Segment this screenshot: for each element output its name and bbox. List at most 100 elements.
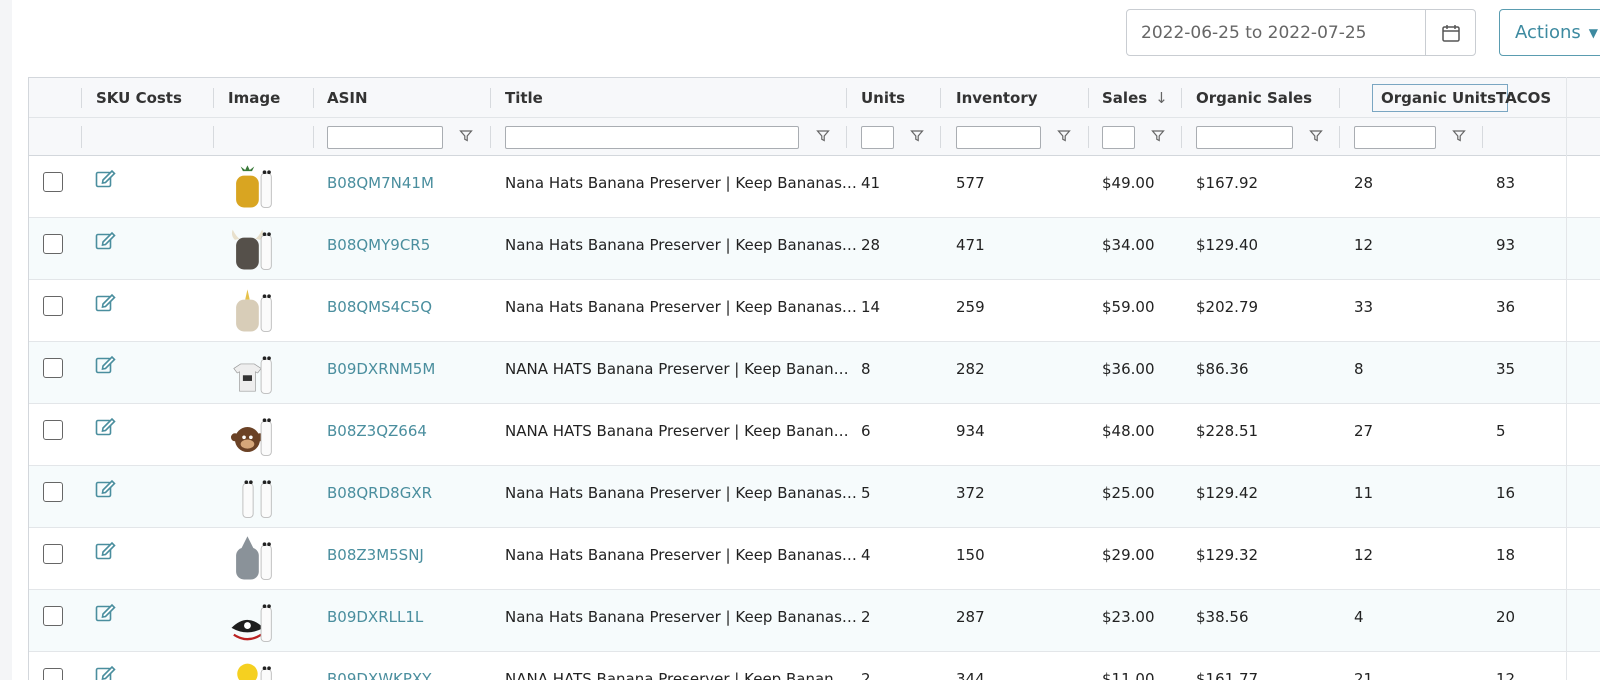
edit-icon[interactable] — [95, 416, 117, 436]
asin-link[interactable]: B09DXWKPXY — [327, 670, 431, 680]
title-filter-input[interactable] — [505, 126, 799, 149]
header-title[interactable]: Title — [505, 78, 543, 118]
filter-icon[interactable] — [459, 129, 473, 143]
title-cell: Nana Hats Banana Preserver | Keep Banana… — [505, 298, 857, 316]
filter-icon[interactable] — [816, 129, 830, 143]
header-sku-costs[interactable]: SKU Costs — [96, 78, 182, 118]
table-row[interactable]: B09DXRNM5M NANA HATS Banana Preserver | … — [29, 342, 1600, 404]
column-separator — [1088, 126, 1089, 148]
table-row[interactable]: B08QMY9CR5 Nana Hats Banana Preserver | … — [29, 218, 1600, 280]
row-checkbox[interactable] — [43, 234, 63, 254]
filter-icon[interactable] — [1309, 129, 1323, 143]
toolbar: 2022-06-25 to 2022-07-25 Actions ▼ — [0, 0, 1600, 76]
table-row[interactable]: B08QM7N41M Nana Hats Banana Preserver | … — [29, 156, 1600, 218]
edit-icon[interactable] — [95, 664, 117, 680]
row-checkbox[interactable] — [43, 544, 63, 564]
units-filter-input[interactable] — [861, 126, 894, 149]
title-cell: Nana Hats Banana Preserver | Keep Banana… — [505, 608, 857, 626]
asin-link[interactable]: B08QMY9CR5 — [327, 236, 430, 254]
sales-cell: $23.00 — [1102, 608, 1155, 626]
organic-units-cell: 12 — [1354, 236, 1374, 254]
header-tacos[interactable]: TACOS — [1496, 78, 1551, 118]
filter-icon[interactable] — [910, 129, 924, 143]
product-image — [227, 598, 277, 644]
calendar-button[interactable] — [1426, 10, 1475, 55]
row-checkbox[interactable] — [43, 296, 63, 316]
inventory-cell: 150 — [956, 546, 985, 564]
product-image — [227, 660, 277, 680]
date-range-input[interactable]: 2022-06-25 to 2022-07-25 — [1127, 10, 1426, 55]
table-row[interactable]: B08Z3M5SNJ Nana Hats Banana Preserver | … — [29, 528, 1600, 590]
row-checkbox[interactable] — [43, 420, 63, 440]
organic-sales-filter-input[interactable] — [1196, 126, 1293, 149]
organic-sales-cell: $167.92 — [1196, 174, 1259, 192]
tacos-cell: 93 — [1496, 236, 1516, 254]
edit-icon[interactable] — [95, 354, 117, 374]
row-checkbox[interactable] — [43, 358, 63, 378]
calendar-icon — [1441, 24, 1460, 42]
asin-link[interactable]: B09DXRLL1L — [327, 608, 423, 626]
table-row[interactable]: B08Z3QZ664 NANA HATS Banana Preserver | … — [29, 404, 1600, 466]
asin-link[interactable]: B08QMS4C5Q — [327, 298, 432, 316]
table-row[interactable]: B08QMS4C5Q Nana Hats Banana Preserver | … — [29, 280, 1600, 342]
title-cell: Nana Hats Banana Preserver | Keep Banana… — [505, 174, 857, 192]
edit-icon[interactable] — [95, 168, 117, 188]
row-checkbox[interactable] — [43, 482, 63, 502]
organic-units-cell: 27 — [1354, 422, 1374, 440]
asin-link[interactable]: B08QRD8GXR — [327, 484, 432, 502]
header-asin[interactable]: ASIN — [327, 78, 368, 118]
inventory-filter-input[interactable] — [956, 126, 1041, 149]
header-organic-sales[interactable]: Organic Sales — [1196, 78, 1312, 118]
inventory-cell: 577 — [956, 174, 985, 192]
column-separator — [940, 88, 941, 108]
header-sales-label: Sales — [1102, 89, 1148, 107]
tacos-cell: 83 — [1496, 174, 1516, 192]
table-row[interactable]: B09DXRLL1L Nana Hats Banana Preserver | … — [29, 590, 1600, 652]
filter-icon[interactable] — [1151, 129, 1165, 143]
row-checkbox[interactable] — [43, 668, 63, 680]
column-separator — [1339, 126, 1340, 148]
header-image[interactable]: Image — [228, 78, 280, 118]
filter-icon[interactable] — [1057, 129, 1071, 143]
units-cell: 4 — [861, 546, 871, 564]
asin-link[interactable]: B08QM7N41M — [327, 174, 434, 192]
products-table: SKU Costs Image ASIN Title Units Invento… — [28, 77, 1600, 680]
asin-filter-input[interactable] — [327, 126, 443, 149]
sales-cell: $25.00 — [1102, 484, 1155, 502]
actions-button[interactable]: Actions ▼ — [1499, 9, 1600, 56]
caret-down-icon: ▼ — [1588, 25, 1598, 40]
table-row[interactable]: B09DXWKPXY NANA HATS Banana Preserver | … — [29, 652, 1600, 680]
product-image — [227, 412, 277, 458]
inventory-cell: 287 — [956, 608, 985, 626]
sales-cell: $11.00 — [1102, 670, 1155, 680]
filter-icon[interactable] — [1452, 129, 1466, 143]
row-checkbox[interactable] — [43, 606, 63, 626]
date-range-picker[interactable]: 2022-06-25 to 2022-07-25 — [1126, 9, 1476, 56]
header-inventory[interactable]: Inventory — [956, 78, 1038, 118]
organic-units-filter-input[interactable] — [1354, 126, 1436, 149]
left-margin — [0, 0, 12, 680]
sales-filter-input[interactable] — [1102, 126, 1135, 149]
table-row[interactable]: B08QRD8GXR Nana Hats Banana Preserver | … — [29, 466, 1600, 528]
units-cell: 14 — [861, 298, 881, 316]
product-image — [227, 226, 277, 272]
row-checkbox[interactable] — [43, 172, 63, 192]
filter-row — [29, 118, 1600, 156]
sales-cell: $36.00 — [1102, 360, 1155, 378]
edit-icon[interactable] — [95, 478, 117, 498]
sales-cell: $48.00 — [1102, 422, 1155, 440]
organic-sales-cell: $202.79 — [1196, 298, 1259, 316]
edit-icon[interactable] — [95, 540, 117, 560]
header-units[interactable]: Units — [861, 78, 905, 118]
organic-sales-cell: $129.32 — [1196, 546, 1259, 564]
inventory-cell: 282 — [956, 360, 985, 378]
product-image — [227, 474, 277, 520]
asin-link[interactable]: B08Z3M5SNJ — [327, 546, 424, 564]
edit-icon[interactable] — [95, 292, 117, 312]
edit-icon[interactable] — [95, 602, 117, 622]
edit-icon[interactable] — [95, 230, 117, 250]
header-sales[interactable]: Sales ↓ — [1102, 78, 1168, 118]
header-organic-units[interactable]: Organic Units — [1372, 84, 1508, 112]
asin-link[interactable]: B08Z3QZ664 — [327, 422, 427, 440]
asin-link[interactable]: B09DXRNM5M — [327, 360, 435, 378]
